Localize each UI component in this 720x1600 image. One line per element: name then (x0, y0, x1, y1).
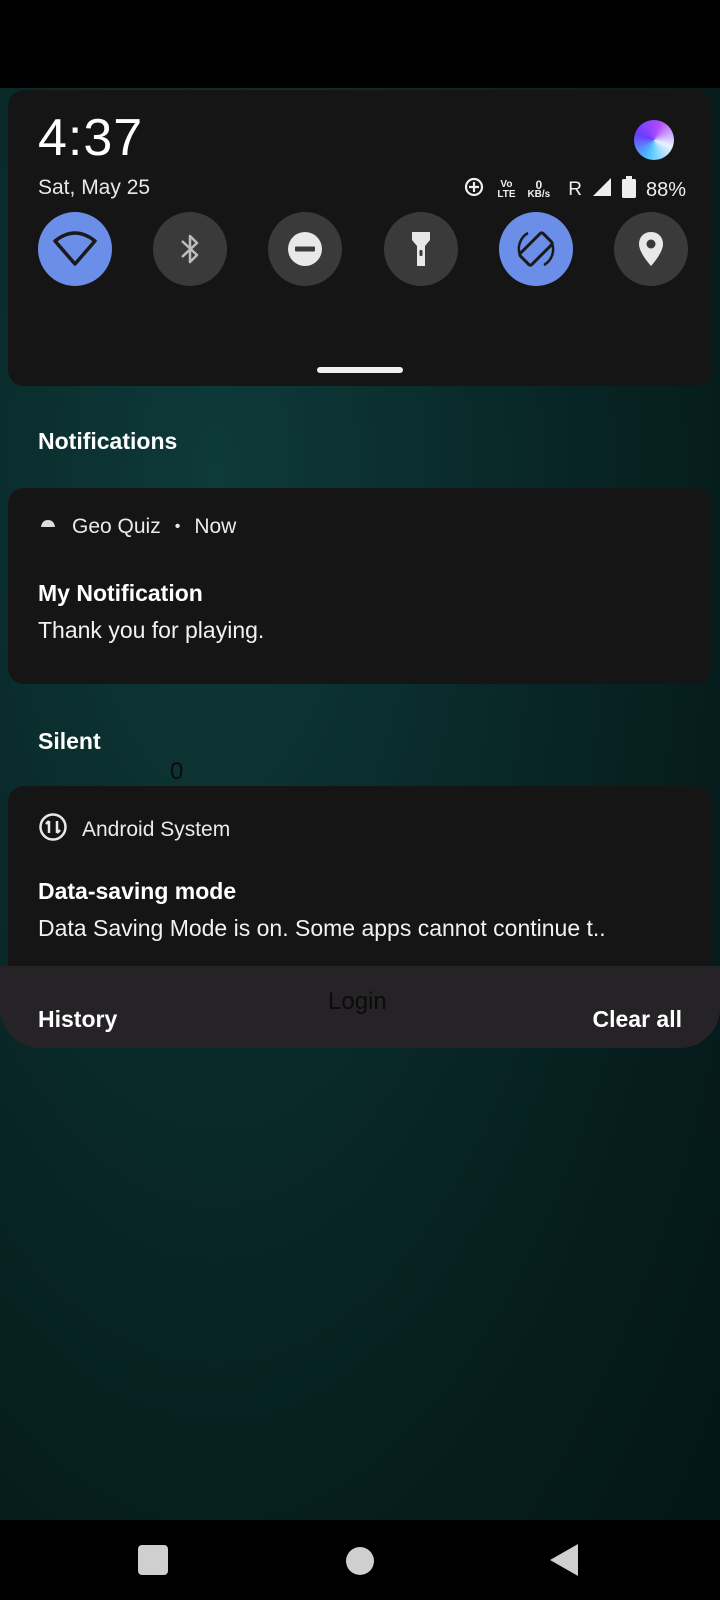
bluetooth-tile[interactable] (153, 212, 228, 286)
auto-rotate-tile[interactable] (498, 212, 573, 286)
network-speed: 0 KB/s (527, 179, 551, 200)
dnd-tile[interactable] (268, 212, 343, 286)
notification-app-row: Geo Quiz • Now (38, 514, 236, 540)
notification-text: Thank you for playing. (38, 617, 265, 643)
notification-app-name: Geo Quiz (72, 515, 161, 538)
notification-footer: Login History Clear all (0, 966, 720, 1048)
quick-tiles (38, 212, 688, 286)
panel-drag-handle[interactable] (317, 367, 403, 373)
notification-title: My Notification (38, 580, 203, 606)
recents-icon[interactable] (138, 1545, 168, 1575)
flashlight-tile[interactable] (383, 212, 458, 286)
notification-app-row: Android System (38, 812, 230, 848)
background-digit: 0 (170, 758, 184, 785)
back-icon[interactable] (550, 1544, 578, 1576)
network-speed-unit: KB/s (527, 189, 551, 200)
notification-time: Now (194, 515, 237, 538)
volte-icon: Vo LTE (497, 179, 516, 200)
quick-settings-panel: 4:37 Sat, May 25 Vo LTE 0 KB/s R 88% (8, 90, 712, 386)
user-avatar-icon[interactable] (634, 120, 674, 160)
auto-rotate-icon (517, 231, 555, 267)
roaming-indicator: R (568, 179, 582, 200)
flashlight-icon (411, 232, 430, 266)
notification-app-name: Android System (82, 818, 231, 841)
wifi-tile[interactable] (38, 212, 112, 286)
signal-icon (592, 177, 612, 203)
app-icon (38, 514, 58, 540)
notifications-header: Notifications (38, 428, 178, 454)
notification-text: Data Saving Mode is on. Some apps cannot… (38, 915, 606, 941)
top-black-bar (0, 0, 720, 88)
battery-percent: 88% (645, 178, 686, 201)
clock[interactable]: 4:37 (38, 108, 143, 168)
notification-card-geo-quiz[interactable]: Geo Quiz • Now My Notification Thank you… (8, 488, 712, 684)
home-icon[interactable] (346, 1547, 374, 1575)
battery-icon (621, 176, 636, 204)
status-icons: Vo LTE 0 KB/s R 88% (463, 176, 686, 204)
background-login-text: Login (328, 988, 387, 1015)
data-saver-app-icon (38, 812, 68, 848)
navigation-bar (0, 1520, 720, 1600)
wifi-icon (53, 231, 97, 266)
silent-header: Silent (38, 728, 101, 754)
date[interactable]: Sat, May 25 (38, 176, 150, 200)
notification-card-android-system[interactable]: Android System Data-saving mode Data Sav… (8, 786, 712, 982)
location-icon (638, 232, 663, 266)
history-button[interactable]: History (38, 1006, 117, 1033)
clear-all-button[interactable]: Clear all (593, 1006, 683, 1033)
bluetooth-icon (181, 234, 199, 264)
data-saver-icon (463, 176, 485, 204)
location-tile[interactable] (613, 212, 688, 286)
notification-title: Data-saving mode (38, 878, 237, 904)
do-not-disturb-icon (288, 232, 323, 266)
notification-separator: • (174, 518, 181, 535)
